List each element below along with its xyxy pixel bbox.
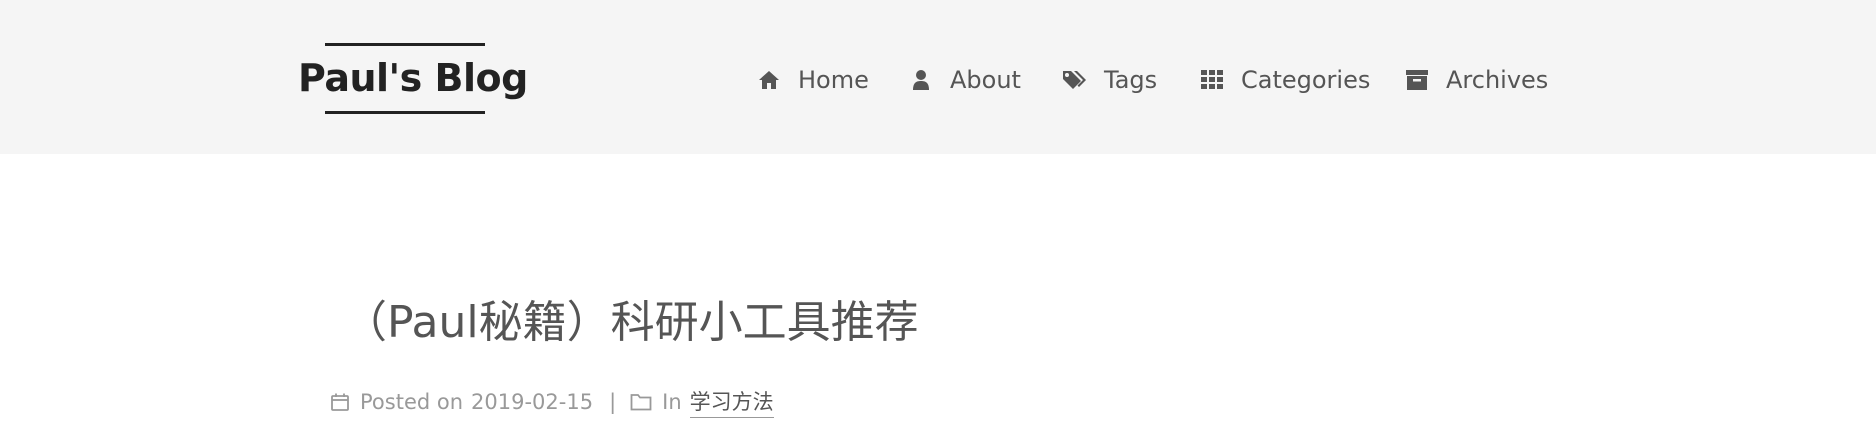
nav-item-label: Categories [1241, 66, 1371, 94]
nav-item-label: Archives [1446, 66, 1549, 94]
category-link[interactable]: 学习方法 [689, 386, 774, 418]
tags-icon [1062, 67, 1088, 93]
calendar-icon [330, 392, 350, 412]
post-title[interactable]: （Paul秘籍）科研小工具推荐 [343, 295, 919, 351]
nav-item-label: Home [798, 66, 869, 94]
nav-item-archives[interactable]: Archives [1404, 60, 1548, 100]
post-meta: Posted on 2019-02-15 | In 学习方法 [330, 386, 774, 418]
site-title[interactable]: Paul's Blog [298, 56, 528, 100]
brand-bottom-line [325, 111, 485, 114]
site-header: Paul's Blog Home About Tags Categories A… [0, 0, 1876, 154]
folder-icon [630, 393, 652, 411]
nav-item-label: Tags [1104, 66, 1158, 94]
home-icon [756, 67, 782, 93]
nav-item-tags[interactable]: Tags [1062, 60, 1157, 100]
meta-separator: | [609, 390, 617, 414]
nav-item-about[interactable]: About [908, 60, 1021, 100]
archive-icon [1404, 67, 1430, 93]
in-label: In [662, 390, 682, 414]
site-brand[interactable]: Paul's Blog [298, 43, 528, 115]
th-grid-icon [1199, 67, 1225, 93]
brand-top-line [325, 43, 485, 46]
nav-item-categories[interactable]: Categories [1199, 60, 1370, 100]
posted-label: Posted on [360, 390, 464, 414]
user-icon [908, 67, 934, 93]
nav-item-home[interactable]: Home [756, 60, 869, 100]
post-date: 2019-02-15 [471, 390, 594, 414]
nav-item-label: About [950, 66, 1021, 94]
